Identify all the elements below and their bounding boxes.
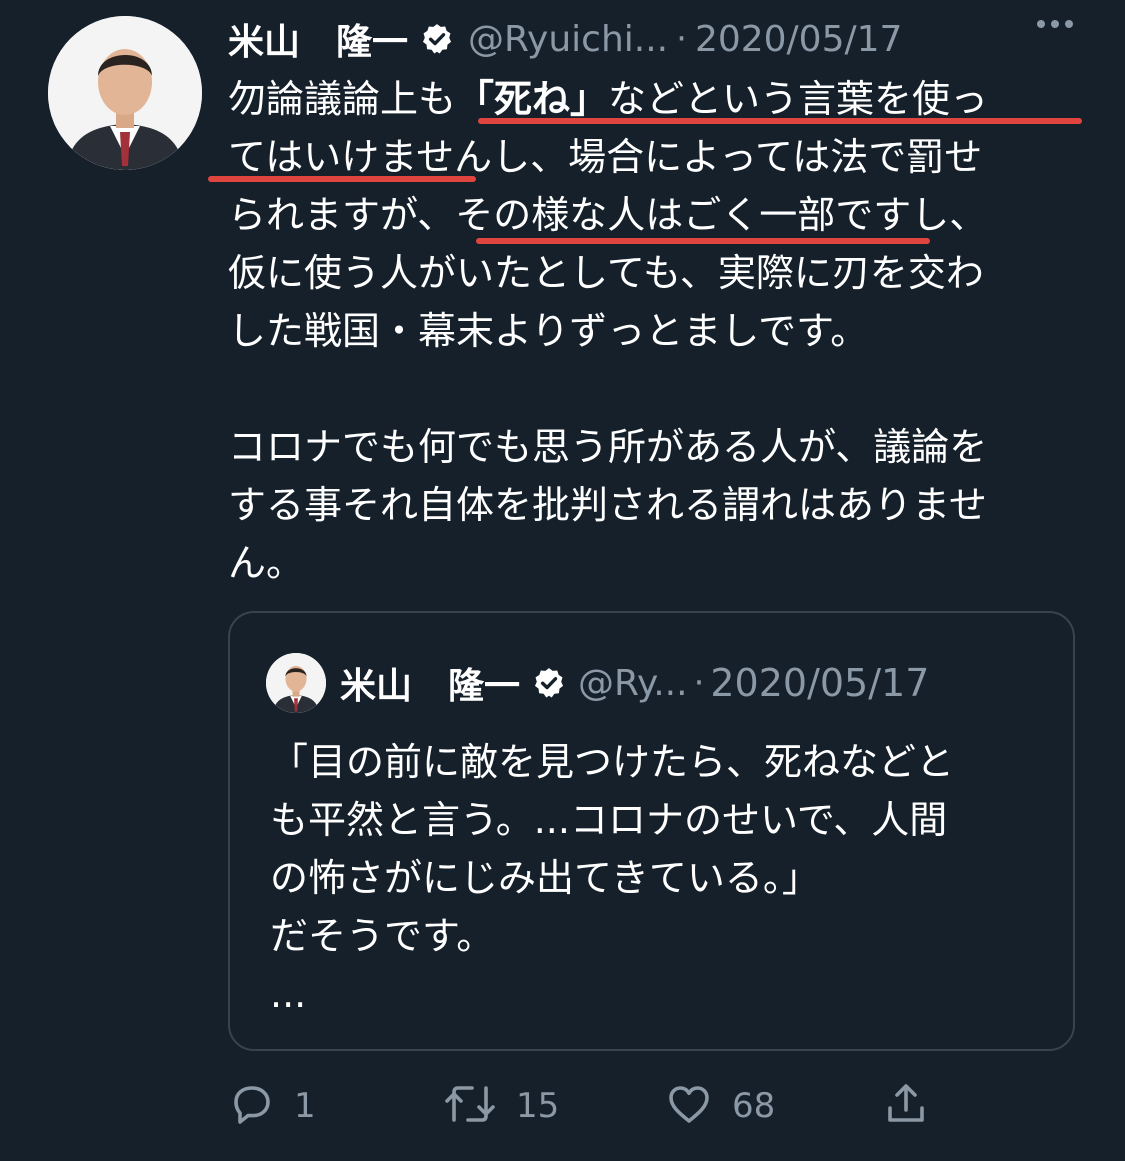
tweet-line: コロナでも何でも思う所がある人が、議論を — [228, 425, 988, 469]
tweet-line: した戦国・幕末よりずっとましです。 — [228, 309, 869, 353]
quoted-tweet-date: 2020/05/17 — [710, 661, 930, 705]
retweet-icon — [442, 1080, 498, 1132]
quoted-author-handle: @Ry... — [578, 662, 688, 704]
quoted-tweet-line: の怖さがにじみ出てきている。」 — [270, 856, 820, 900]
quoted-tweet[interactable]: 米山 隆一 @Ry... · 2020/05/17 「目の前に敵を見つけたら、死… — [228, 611, 1075, 1051]
quoted-tweet-line: だそうです。 — [270, 914, 495, 958]
more-horizontal-icon[interactable] — [1035, 14, 1075, 34]
red-underline — [478, 118, 1082, 124]
emphasized-text: 「死ね」 — [456, 77, 609, 121]
tweet-line: する事それ自体を批判される謂れはありませ — [228, 483, 987, 527]
share-icon — [882, 1080, 930, 1132]
quoted-author-avatar — [266, 653, 326, 713]
like-count: 68 — [732, 1086, 776, 1126]
author-handle[interactable]: @Ryuichi... — [468, 19, 668, 60]
reply-icon — [228, 1080, 276, 1132]
verified-badge-icon — [420, 22, 454, 56]
reply-button[interactable]: 1 — [228, 1076, 316, 1136]
red-underline — [208, 176, 476, 182]
retweet-button[interactable]: 15 — [442, 1076, 559, 1136]
tweet-line: 仮に使う人がいたとしても、実際に刃を交わ — [228, 251, 984, 295]
verified-badge-icon — [532, 666, 566, 700]
heart-icon — [664, 1080, 714, 1132]
quoted-tweet-line: 「目の前に敵を見つけたら、死ねなどと — [270, 740, 955, 784]
tweet-date[interactable]: 2020/05/17 — [695, 19, 903, 60]
quoted-tweet-line: も平然と言う。...コロナのせいで、人間 — [270, 798, 948, 842]
author-avatar[interactable] — [48, 16, 202, 170]
quoted-tweet-header: 米山 隆一 @Ry... · 2020/05/17 — [266, 653, 1046, 713]
quoted-tweet-body: 「目の前に敵を見つけたら、死ねなどと も平然と言う。...コロナのせいで、人間 … — [270, 733, 1060, 1023]
tweet-line: られますが、その様な人はごく一部ですし、 — [228, 193, 988, 237]
tweet-line: ん。 — [228, 541, 305, 585]
quoted-tweet-line: ... — [270, 972, 307, 1016]
reply-count: 1 — [294, 1086, 316, 1126]
retweet-count: 15 — [516, 1086, 560, 1126]
quoted-author-name: 米山 隆一 — [340, 666, 521, 707]
header-separator: · — [676, 19, 687, 59]
quoted-header-separator: · — [693, 663, 705, 703]
tweet-header: 米山 隆一 @Ryuichi... · 2020/05/17 — [228, 14, 1108, 64]
tweet-body: 勿論議論上も「死ね」などという言葉を使っ てはいけませんし、場合によっては法で罰… — [228, 70, 1088, 592]
like-button[interactable]: 68 — [664, 1076, 775, 1136]
author-name[interactable]: 米山 隆一 — [228, 13, 408, 65]
red-underline — [476, 238, 930, 244]
share-button[interactable] — [882, 1076, 930, 1136]
tweet-actions: 1 15 68 — [228, 1076, 1088, 1136]
